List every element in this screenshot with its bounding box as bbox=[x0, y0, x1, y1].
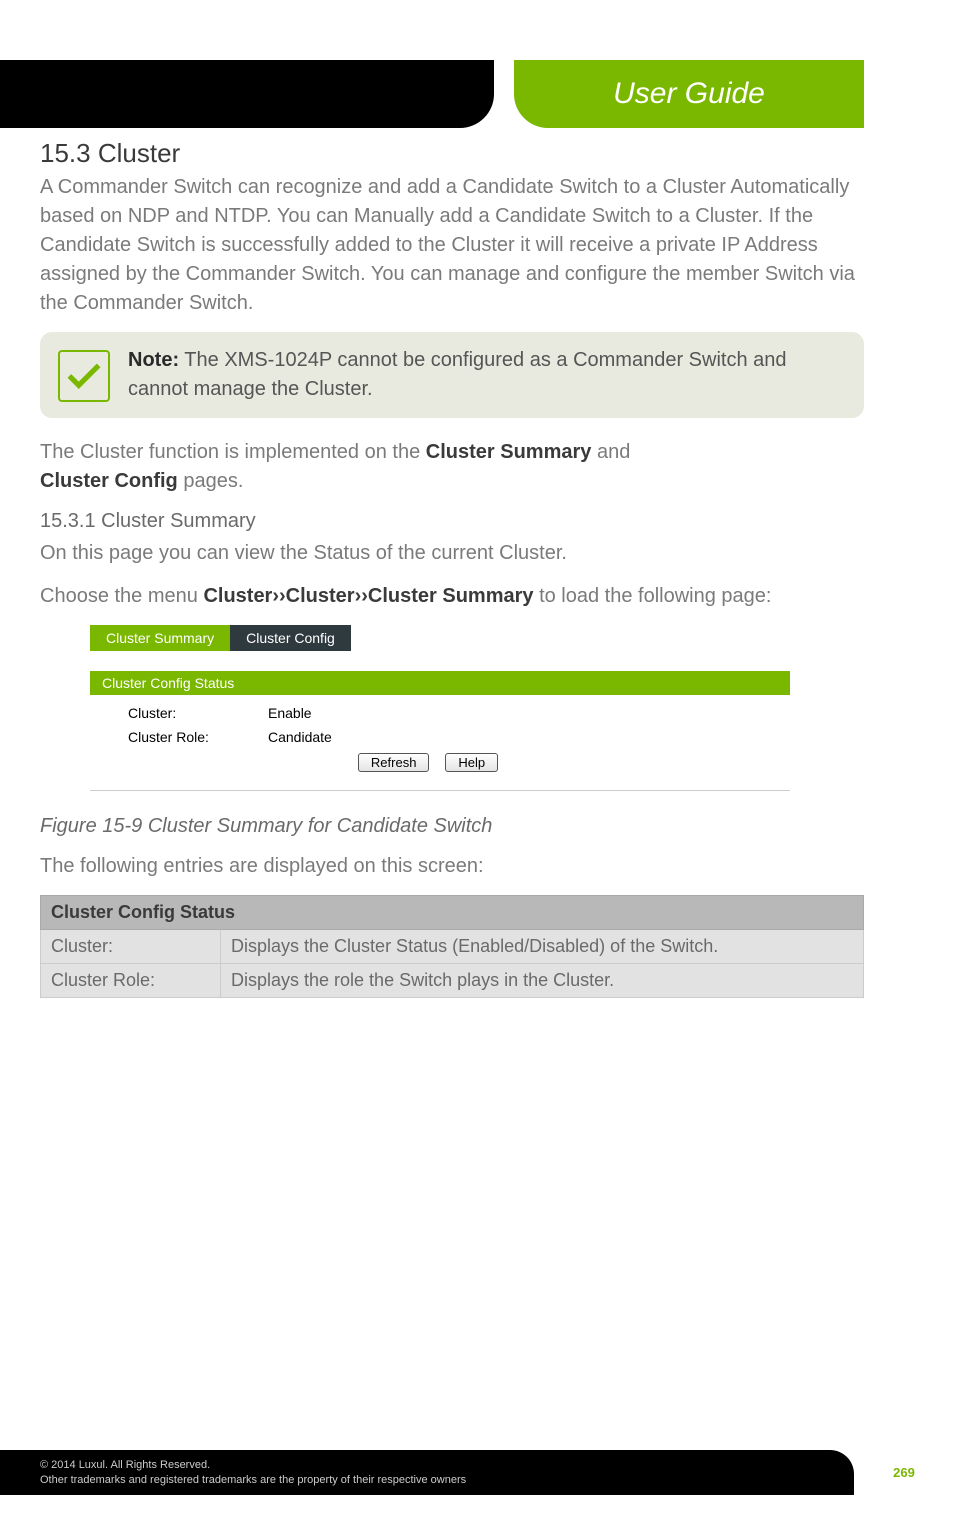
para2-mid: and bbox=[591, 441, 630, 463]
help-button[interactable]: Help bbox=[445, 753, 498, 772]
para2-b2: Cluster Config bbox=[40, 470, 178, 492]
refresh-button[interactable]: Refresh bbox=[358, 753, 430, 772]
section-intro: A Commander Switch can recognize and add… bbox=[40, 173, 864, 318]
para2-post: pages. bbox=[178, 470, 244, 492]
subsection-heading: 15.3.1 Cluster Summary bbox=[40, 510, 864, 533]
table-header: Cluster Config Status bbox=[41, 896, 864, 930]
tab-cluster-config[interactable]: Cluster Config bbox=[230, 625, 351, 651]
header-banner: User Guide bbox=[0, 60, 954, 128]
banner-title: User Guide bbox=[613, 77, 765, 111]
note-body: The XMS-1024P cannot be configured as a … bbox=[128, 349, 787, 400]
para2-b1: Cluster Summary bbox=[426, 441, 592, 463]
banner-right-bar: User Guide bbox=[514, 60, 864, 128]
section-heading: 15.3 Cluster bbox=[40, 138, 864, 169]
panel-divider bbox=[90, 790, 790, 791]
table-intro: The following entries are displayed on t… bbox=[40, 852, 864, 881]
page-number: 269 bbox=[854, 1465, 954, 1480]
menu-pre: Choose the menu bbox=[40, 585, 203, 607]
footer-bar: © 2014 Luxul. All Rights Reserved. Other… bbox=[0, 1450, 954, 1495]
button-row: Refresh Help bbox=[90, 753, 766, 772]
row-cluster-label: Cluster: bbox=[128, 705, 268, 721]
banner-left-bar bbox=[0, 60, 494, 128]
row-cluster: Cluster: Enable bbox=[128, 705, 766, 721]
row-cluster-role-label: Cluster Role: bbox=[128, 729, 268, 745]
menu-post: to load the following page: bbox=[534, 585, 772, 607]
table-row: Cluster Role: Displays the role the Swit… bbox=[41, 964, 864, 998]
row-cluster-role: Cluster Role: Candidate bbox=[128, 729, 766, 745]
note-text: Note: The XMS-1024P cannot be configured… bbox=[128, 346, 846, 404]
tab-cluster-summary[interactable]: Cluster Summary bbox=[90, 625, 230, 651]
figure-caption: Figure 15-9 Cluster Summary for Candidat… bbox=[40, 815, 864, 838]
note-label: Note: bbox=[128, 349, 179, 371]
footer-copyright: © 2014 Luxul. All Rights Reserved. bbox=[40, 1458, 834, 1472]
panel-body: Cluster: Enable Cluster Role: Candidate … bbox=[90, 695, 790, 782]
table-r1-desc: Displays the Cluster Status (Enabled/Dis… bbox=[221, 930, 864, 964]
para2-pre: The Cluster function is implemented on t… bbox=[40, 441, 426, 463]
menu-path: Choose the menu Cluster››Cluster››Cluste… bbox=[40, 582, 864, 611]
footer-left: © 2014 Luxul. All Rights Reserved. Other… bbox=[0, 1450, 854, 1495]
table-r2-label: Cluster Role: bbox=[41, 964, 221, 998]
para-cluster-pages: The Cluster function is implemented on t… bbox=[40, 438, 864, 496]
note-box: Note: The XMS-1024P cannot be configured… bbox=[40, 332, 864, 418]
checkmark-icon bbox=[58, 350, 110, 402]
embedded-screenshot: Cluster Summary Cluster Config Cluster C… bbox=[90, 625, 790, 791]
tabs: Cluster Summary Cluster Config bbox=[90, 625, 790, 651]
table-r1-label: Cluster: bbox=[41, 930, 221, 964]
row-cluster-role-value: Candidate bbox=[268, 729, 332, 745]
cluster-config-table: Cluster Config Status Cluster: Displays … bbox=[40, 895, 864, 998]
row-cluster-value: Enable bbox=[268, 705, 312, 721]
footer: © 2014 Luxul. All Rights Reserved. Other… bbox=[0, 1450, 954, 1495]
panel-header: Cluster Config Status bbox=[90, 671, 790, 695]
menu-bold: Cluster››Cluster››Cluster Summary bbox=[203, 585, 533, 607]
subsection-intro: On this page you can view the Status of … bbox=[40, 539, 864, 568]
table-r2-desc: Displays the role the Switch plays in th… bbox=[221, 964, 864, 998]
page-content: 15.3 Cluster A Commander Switch can reco… bbox=[0, 128, 954, 998]
table-row: Cluster: Displays the Cluster Status (En… bbox=[41, 930, 864, 964]
